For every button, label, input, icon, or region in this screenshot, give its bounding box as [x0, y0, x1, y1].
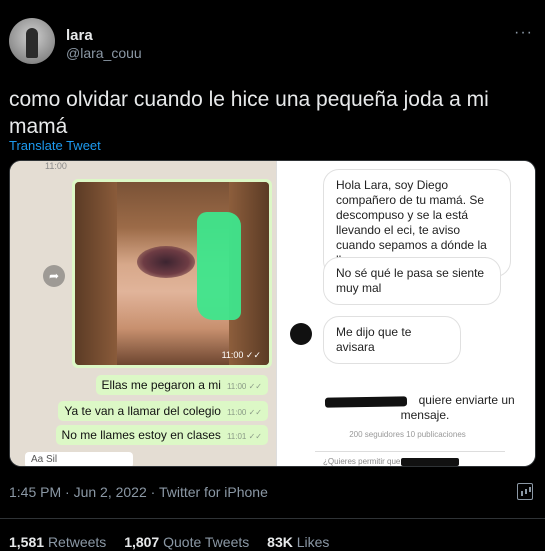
redacted-username: [401, 458, 459, 466]
analytics-icon[interactable]: [517, 483, 533, 500]
hair-left: [75, 182, 117, 365]
whatsapp-screenshot: 11:00 ➦ 11:00 ✓✓ Ellas me pegaron a mi 11…: [10, 161, 276, 466]
chat-message: Ya te van a llamar del colegio 11:00 ✓✓: [58, 401, 268, 421]
ig-message: Me dijo que te avisara: [323, 316, 461, 364]
chat-top-time: 11:00: [45, 161, 67, 171]
likes-count: 83K: [267, 534, 293, 550]
instagram-screenshot: Hola Lara, soy Diego compañero de tu mam…: [276, 161, 535, 466]
tweet-timestamp[interactable]: 1:45 PM · Jun 2, 2022 · Twitter for iPho…: [9, 484, 268, 500]
green-scribble: [197, 212, 241, 320]
retweets-label: Retweets: [47, 534, 107, 550]
message-time: 11:01 ✓✓: [226, 432, 262, 441]
ig-sender-avatar: [290, 323, 312, 345]
likes-label: Likes: [296, 534, 330, 550]
chat-message: Ellas me pegaron a mi 11:00 ✓✓: [95, 375, 268, 395]
message-time: 11:00 ✓✓: [226, 408, 262, 417]
ig-message: No sé qué le pasa se siente muy mal: [323, 257, 501, 305]
retweets-stat[interactable]: 1,581 Retweets: [9, 534, 106, 550]
incoming-message: Aa Sil: [25, 452, 133, 466]
avatar-figure: [26, 28, 38, 58]
author-handle[interactable]: @lara_couu: [66, 45, 142, 61]
redacted-username: [324, 396, 408, 408]
forward-icon: ➦: [43, 265, 65, 287]
author-name[interactable]: lara: [66, 27, 93, 44]
message-text: Ellas me pegaron a mi: [101, 378, 221, 392]
quotes-label: Quote Tweets: [163, 534, 250, 550]
ig-request-label: quiere enviarte un mensaje.: [400, 393, 515, 422]
engagement-stats: 1,581 Retweets 1,807 Quote Tweets 83K Li…: [9, 534, 329, 550]
message-text: No me llames estoy en clases: [61, 428, 221, 442]
message-text: Ya te van a llamar del colegio: [64, 404, 221, 418]
face-photo: 11:00 ✓✓: [75, 182, 269, 365]
likes-stat[interactable]: 83K Likes: [267, 534, 329, 550]
ig-follower-stats: 200 seguidores 10 publicaciones: [349, 430, 466, 439]
ig-divider: [315, 451, 505, 452]
message-time: 11:00 ✓✓: [226, 382, 262, 391]
photo-time: 11:00 ✓✓: [221, 350, 261, 360]
chat-message: No me llames estoy en clases 11:01 ✓✓: [55, 425, 268, 445]
tweet-header: lara @lara_couu ···: [0, 0, 545, 80]
quotes-count: 1,807: [124, 534, 160, 550]
divider: [0, 518, 545, 519]
tweet-media[interactable]: 11:00 ➦ 11:00 ✓✓ Ellas me pegaron a mi 11…: [9, 160, 536, 467]
photo-message: 11:00 ✓✓: [72, 179, 272, 368]
tweet-text: como olvidar cuando le hice una pequeña …: [9, 88, 489, 138]
retweets-count: 1,581: [9, 534, 45, 550]
avatar[interactable]: [9, 18, 55, 64]
more-options-icon[interactable]: ···: [514, 24, 533, 42]
quotes-stat[interactable]: 1,807 Quote Tweets: [124, 534, 249, 550]
bruise-makeup: [137, 246, 195, 278]
translate-tweet-link[interactable]: Translate Tweet: [9, 138, 101, 153]
